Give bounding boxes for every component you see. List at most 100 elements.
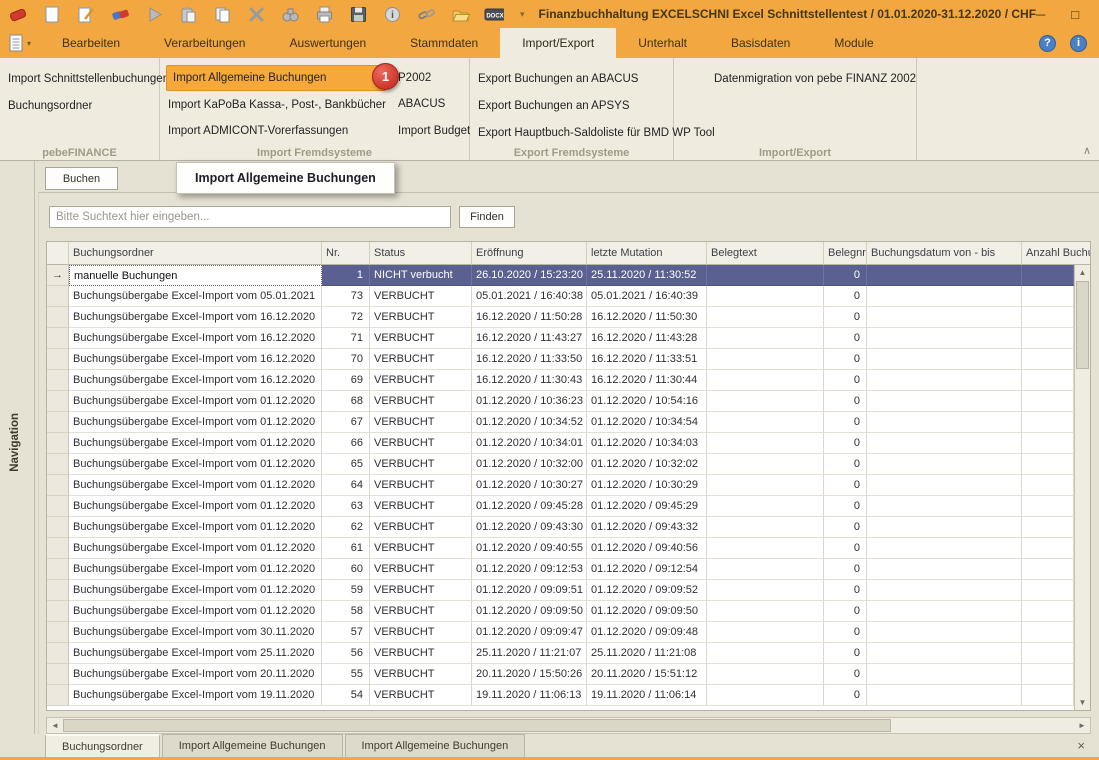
row-indicator-cell[interactable] bbox=[47, 328, 69, 349]
cell-eroeffnung[interactable]: 19.11.2020 / 11:06:13 bbox=[472, 685, 587, 706]
cell-anzahl[interactable] bbox=[1022, 622, 1074, 643]
help-icon[interactable]: ? bbox=[1039, 35, 1056, 52]
cell-belegtext[interactable] bbox=[707, 265, 824, 286]
cell-eroeffnung[interactable]: 16.12.2020 / 11:50:28 bbox=[472, 307, 587, 328]
cell-datum[interactable] bbox=[867, 664, 1022, 685]
cell-nr[interactable]: 63 bbox=[322, 496, 370, 517]
cell-ordner[interactable]: Buchungsübergabe Excel-Import vom 30.11.… bbox=[69, 622, 322, 643]
cell-datum[interactable] bbox=[867, 433, 1022, 454]
row-indicator-cell[interactable] bbox=[47, 286, 69, 307]
cell-belegnr[interactable]: 0 bbox=[824, 664, 867, 685]
table-row[interactable]: Buchungsübergabe Excel-Import vom 20.11.… bbox=[47, 664, 1074, 685]
open-folder-icon[interactable] bbox=[450, 4, 470, 24]
cell-datum[interactable] bbox=[867, 622, 1022, 643]
cell-ordner[interactable]: Buchungsübergabe Excel-Import vom 01.12.… bbox=[69, 559, 322, 580]
cell-anzahl[interactable] bbox=[1022, 475, 1074, 496]
table-row[interactable]: Buchungsübergabe Excel-Import vom 01.12.… bbox=[47, 517, 1074, 538]
cell-nr[interactable]: 61 bbox=[322, 538, 370, 559]
cell-status[interactable]: VERBUCHT bbox=[370, 391, 472, 412]
table-row[interactable]: Buchungsübergabe Excel-Import vom 01.12.… bbox=[47, 454, 1074, 475]
ribbon-item-datenmigration[interactable]: Datenmigration von pebe FINANZ 2002 bbox=[706, 65, 916, 92]
cell-eroeffnung[interactable]: 26.10.2020 / 15:23:20 bbox=[472, 265, 587, 286]
cell-belegnr[interactable]: 0 bbox=[824, 622, 867, 643]
cell-mutation[interactable]: 01.12.2020 / 10:30:29 bbox=[587, 475, 707, 496]
cell-eroeffnung[interactable]: 01.12.2020 / 10:36:23 bbox=[472, 391, 587, 412]
cell-ordner[interactable]: Buchungsübergabe Excel-Import vom 16.12.… bbox=[69, 349, 322, 370]
cell-belegtext[interactable] bbox=[707, 664, 824, 685]
cell-ordner[interactable]: Buchungsübergabe Excel-Import vom 01.12.… bbox=[69, 517, 322, 538]
cell-status[interactable]: VERBUCHT bbox=[370, 328, 472, 349]
table-row[interactable]: Buchungsübergabe Excel-Import vom 01.12.… bbox=[47, 475, 1074, 496]
row-indicator-cell[interactable] bbox=[47, 307, 69, 328]
cell-belegnr[interactable]: 0 bbox=[824, 475, 867, 496]
cell-ordner[interactable]: Buchungsübergabe Excel-Import vom 01.12.… bbox=[69, 475, 322, 496]
cell-belegtext[interactable] bbox=[707, 685, 824, 706]
cell-belegtext[interactable] bbox=[707, 349, 824, 370]
cell-nr[interactable]: 67 bbox=[322, 412, 370, 433]
cell-belegnr[interactable]: 0 bbox=[824, 412, 867, 433]
hyperlink-icon[interactable] bbox=[416, 4, 436, 24]
cell-eroeffnung[interactable]: 01.12.2020 / 09:43:30 bbox=[472, 517, 587, 538]
cell-datum[interactable] bbox=[867, 349, 1022, 370]
ribbon-item-p2002[interactable]: P2002 bbox=[390, 65, 478, 91]
cell-datum[interactable] bbox=[867, 370, 1022, 391]
cell-nr[interactable]: 62 bbox=[322, 517, 370, 538]
cell-belegtext[interactable] bbox=[707, 517, 824, 538]
table-row[interactable]: Buchungsübergabe Excel-Import vom 01.12.… bbox=[47, 559, 1074, 580]
cell-nr[interactable]: 59 bbox=[322, 580, 370, 601]
cell-status[interactable]: VERBUCHT bbox=[370, 559, 472, 580]
cell-anzahl[interactable] bbox=[1022, 433, 1074, 454]
ribbon-item-export-hauptbuch[interactable]: Export Hauptbuch-Saldoliste für BMD WP T… bbox=[470, 119, 673, 146]
cell-nr[interactable]: 64 bbox=[322, 475, 370, 496]
cell-anzahl[interactable] bbox=[1022, 664, 1074, 685]
cell-ordner[interactable]: Buchungsübergabe Excel-Import vom 16.12.… bbox=[69, 307, 322, 328]
column-header-eroeffnung[interactable]: Eröffnung bbox=[472, 242, 587, 265]
cell-eroeffnung[interactable]: 01.12.2020 / 09:09:47 bbox=[472, 622, 587, 643]
cell-status[interactable]: VERBUCHT bbox=[370, 496, 472, 517]
cell-ordner[interactable]: Buchungsübergabe Excel-Import vom 25.11.… bbox=[69, 643, 322, 664]
cell-ordner[interactable]: Buchungsübergabe Excel-Import vom 20.11.… bbox=[69, 664, 322, 685]
cell-belegtext[interactable] bbox=[707, 412, 824, 433]
cell-mutation[interactable]: 25.11.2020 / 11:30:52 bbox=[587, 265, 707, 286]
cell-mutation[interactable]: 25.11.2020 / 11:21:08 bbox=[587, 643, 707, 664]
cell-datum[interactable] bbox=[867, 538, 1022, 559]
cell-belegnr[interactable]: 0 bbox=[824, 601, 867, 622]
bottom-tab-import-allgemeine-buchungen-2[interactable]: Import Allgemeine Buchungen bbox=[345, 734, 526, 757]
row-indicator-cell[interactable] bbox=[47, 412, 69, 433]
cell-belegtext[interactable] bbox=[707, 580, 824, 601]
print-icon[interactable] bbox=[314, 4, 334, 24]
cell-mutation[interactable]: 01.12.2020 / 09:09:48 bbox=[587, 622, 707, 643]
cell-belegnr[interactable]: 0 bbox=[824, 370, 867, 391]
cell-anzahl[interactable] bbox=[1022, 328, 1074, 349]
cell-anzahl[interactable] bbox=[1022, 286, 1074, 307]
cell-belegnr[interactable]: 0 bbox=[824, 391, 867, 412]
cell-belegnr[interactable]: 0 bbox=[824, 454, 867, 475]
cell-belegnr[interactable]: 0 bbox=[824, 265, 867, 286]
cell-eroeffnung[interactable]: 01.12.2020 / 09:45:28 bbox=[472, 496, 587, 517]
cell-ordner[interactable]: Buchungsübergabe Excel-Import vom 19.11.… bbox=[69, 685, 322, 706]
ribbon-item-abacus[interactable]: ABACUS bbox=[390, 91, 478, 117]
table-row[interactable]: Buchungsübergabe Excel-Import vom 01.12.… bbox=[47, 412, 1074, 433]
cell-eroeffnung[interactable]: 25.11.2020 / 11:21:07 bbox=[472, 643, 587, 664]
row-indicator-cell[interactable] bbox=[47, 685, 69, 706]
table-row[interactable]: Buchungsübergabe Excel-Import vom 01.12.… bbox=[47, 433, 1074, 454]
cell-belegnr[interactable]: 0 bbox=[824, 433, 867, 454]
cell-nr[interactable]: 54 bbox=[322, 685, 370, 706]
cell-mutation[interactable]: 01.12.2020 / 09:12:54 bbox=[587, 559, 707, 580]
cell-status[interactable]: VERBUCHT bbox=[370, 286, 472, 307]
cell-status[interactable]: VERBUCHT bbox=[370, 685, 472, 706]
buchen-tab-button[interactable]: Buchen bbox=[45, 167, 118, 190]
cell-eroeffnung[interactable]: 16.12.2020 / 11:30:43 bbox=[472, 370, 587, 391]
cell-nr[interactable]: 70 bbox=[322, 349, 370, 370]
search-input[interactable] bbox=[49, 206, 451, 228]
table-row[interactable]: Buchungsübergabe Excel-Import vom 01.12.… bbox=[47, 391, 1074, 412]
scroll-down-icon[interactable]: ▼ bbox=[1075, 695, 1090, 710]
column-header-nr[interactable]: Nr. bbox=[322, 242, 370, 265]
ribbon-item-import-budget[interactable]: Import Budget bbox=[390, 118, 478, 144]
cell-status[interactable]: VERBUCHT bbox=[370, 412, 472, 433]
cell-mutation[interactable]: 01.12.2020 / 10:34:03 bbox=[587, 433, 707, 454]
cell-status[interactable]: VERBUCHT bbox=[370, 475, 472, 496]
cell-ordner[interactable]: manuelle Buchungen bbox=[69, 265, 322, 286]
cell-belegtext[interactable] bbox=[707, 559, 824, 580]
cell-nr[interactable]: 58 bbox=[322, 601, 370, 622]
